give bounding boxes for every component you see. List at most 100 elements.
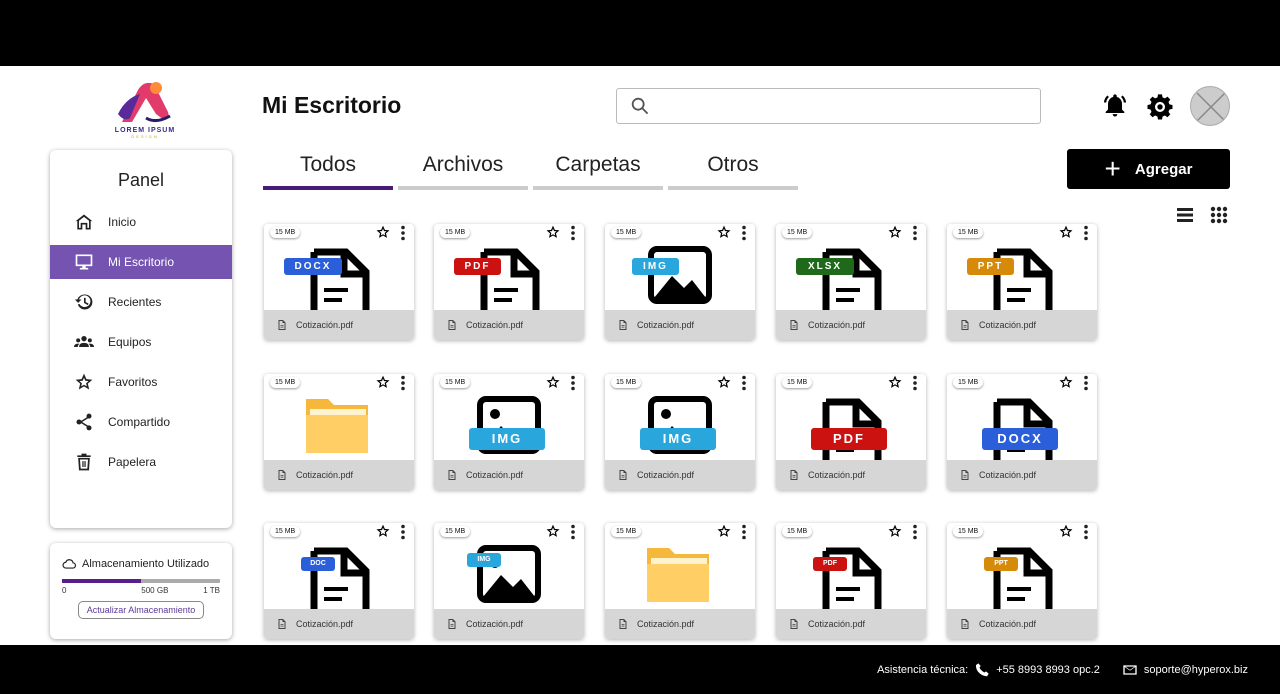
settings-gear-icon[interactable] [1146,92,1174,120]
file-name-bar: Cotización.pdf [776,609,926,639]
file-name: Cotización.pdf [296,320,354,330]
grid-view-icon[interactable] [1209,205,1229,225]
tab-todos[interactable]: Todos [263,150,393,190]
sidebar-item-recientes[interactable]: Recientes [50,285,232,319]
file-name: Cotización.pdf [979,320,1037,330]
more-options-icon[interactable] [740,225,748,241]
more-options-icon[interactable] [740,524,748,540]
search-icon [631,97,649,115]
file-card[interactable]: 15 MB PDF Cotización.pdf [434,224,584,340]
file-size-badge: 15 MB [270,227,301,238]
favorite-star-icon[interactable] [375,224,391,240]
more-options-icon[interactable] [1082,375,1090,391]
file-card[interactable]: 15 MB PPT Cotización.pdf [947,224,1097,340]
more-options-icon[interactable] [740,375,748,391]
more-options-icon[interactable] [399,375,407,391]
file-card[interactable]: 15 MB PDF Cotización.pdf [776,374,926,490]
favorite-star-icon[interactable] [887,224,903,240]
sidebar-panel: Panel Inicio Mi Escritorio Recientes Equ… [50,150,232,528]
file-type-badge: IMG [467,553,501,567]
more-options-icon[interactable] [1082,524,1090,540]
upgrade-storage-button[interactable]: Actualizar Almacenamiento [77,601,205,619]
sidebar-item-papelera[interactable]: Papelera [50,445,232,479]
favorite-star-icon[interactable] [545,523,561,539]
favorite-star-icon[interactable] [375,523,391,539]
tab-otros[interactable]: Otros [668,150,798,190]
file-name-bar: Cotización.pdf [434,609,584,639]
file-card[interactable]: 15 MB IMG Cotización.pdf [434,374,584,490]
support-email[interactable]: soporte@hyperox.biz [1144,664,1248,676]
more-options-icon[interactable] [911,524,919,540]
more-options-icon[interactable] [911,375,919,391]
storage-title: Almacenamiento Utilizado [82,558,210,570]
file-thumbnail: PPT [947,240,1097,318]
list-view-icon[interactable] [1175,205,1195,225]
file-name-bar: Cotización.pdf [776,310,926,340]
file-name-bar: Cotización.pdf [264,460,414,490]
search-input[interactable] [659,91,1029,121]
favorite-star-icon[interactable] [716,374,732,390]
favorite-star-icon[interactable] [1058,523,1074,539]
file-type-badge: DOCX [284,258,342,275]
file-card[interactable]: 15 MB DOCX Cotización.pdf [947,374,1097,490]
file-card[interactable]: 15 MB PDF Cotización.pdf [776,523,926,639]
favorite-star-icon[interactable] [375,374,391,390]
file-icon [448,619,456,629]
favorite-star-icon[interactable] [545,224,561,240]
sidebar-item-mi-escritorio[interactable]: Mi Escritorio [50,245,232,279]
file-card[interactable]: 15 MB XLSX Cotización.pdf [776,224,926,340]
more-options-icon[interactable] [911,225,919,241]
file-thumbnail: IMG [434,390,584,460]
file-thumbnail: PDF [434,240,584,318]
sidebar-item-favoritos[interactable]: Favoritos [50,365,232,399]
file-card[interactable]: 15 MB DOCX Cotización.pdf [264,224,414,340]
file-thumbnail: PDF [776,539,926,617]
more-options-icon[interactable] [399,225,407,241]
sidebar-item-compartido[interactable]: Compartido [50,405,232,439]
favorite-star-icon[interactable] [887,374,903,390]
file-type-badge: PDF [813,557,847,571]
file-icon [619,320,627,330]
favorite-star-icon[interactable] [1058,224,1074,240]
file-card[interactable]: 15 MB IMG Cotización.pdf [605,374,755,490]
file-card[interactable]: 15 MB IMG Cotización.pdf [434,523,584,639]
avatar-placeholder-icon [1196,92,1226,122]
search-bar[interactable] [616,88,1041,124]
more-options-icon[interactable] [1082,225,1090,241]
favorite-star-icon[interactable] [1058,374,1074,390]
file-thumbnail: DOCX [947,390,1097,468]
storage-label-mid: 500 GB [141,586,169,595]
file-card[interactable]: 15 MB PPT Cotización.pdf [947,523,1097,639]
file-card[interactable]: 15 MB Cotización.pdf [605,523,755,639]
file-size-badge: 15 MB [440,227,471,238]
support-phone[interactable]: +55 8993 8993 opc.2 [996,664,1100,676]
favorite-star-icon[interactable] [887,523,903,539]
tab-archivos[interactable]: Archivos [398,150,528,190]
more-options-icon[interactable] [569,524,577,540]
more-options-icon[interactable] [569,225,577,241]
file-type-badge: IMG [640,428,716,450]
favorite-star-icon[interactable] [716,523,732,539]
favorite-star-icon[interactable] [545,374,561,390]
tab-carpetas[interactable]: Carpetas [533,150,663,190]
more-options-icon[interactable] [399,524,407,540]
file-size-badge: 15 MB [782,377,813,388]
file-card[interactable]: 15 MB DOC Cotización.pdf [264,523,414,639]
file-icon [961,320,969,330]
notifications-bell-icon[interactable] [1101,92,1129,120]
sidebar-item-label: Equipos [108,335,152,349]
file-size-badge: 15 MB [611,377,642,388]
sidebar-item-inicio[interactable]: Inicio [50,205,232,239]
file-name: Cotización.pdf [466,470,524,480]
user-avatar[interactable] [1190,86,1230,126]
file-type-badge: PPT [967,258,1014,275]
file-card[interactable]: 15 MB IMG Cotización.pdf [605,224,755,340]
share-icon [74,412,94,432]
sidebar-item-equipos[interactable]: Equipos [50,325,232,359]
more-options-icon[interactable] [569,375,577,391]
file-name: Cotización.pdf [979,619,1037,629]
file-card[interactable]: 15 MB Cotización.pdf [264,374,414,490]
add-button[interactable]: + Agregar [1067,149,1230,189]
file-size-badge: 15 MB [953,526,984,537]
favorite-star-icon[interactable] [716,224,732,240]
